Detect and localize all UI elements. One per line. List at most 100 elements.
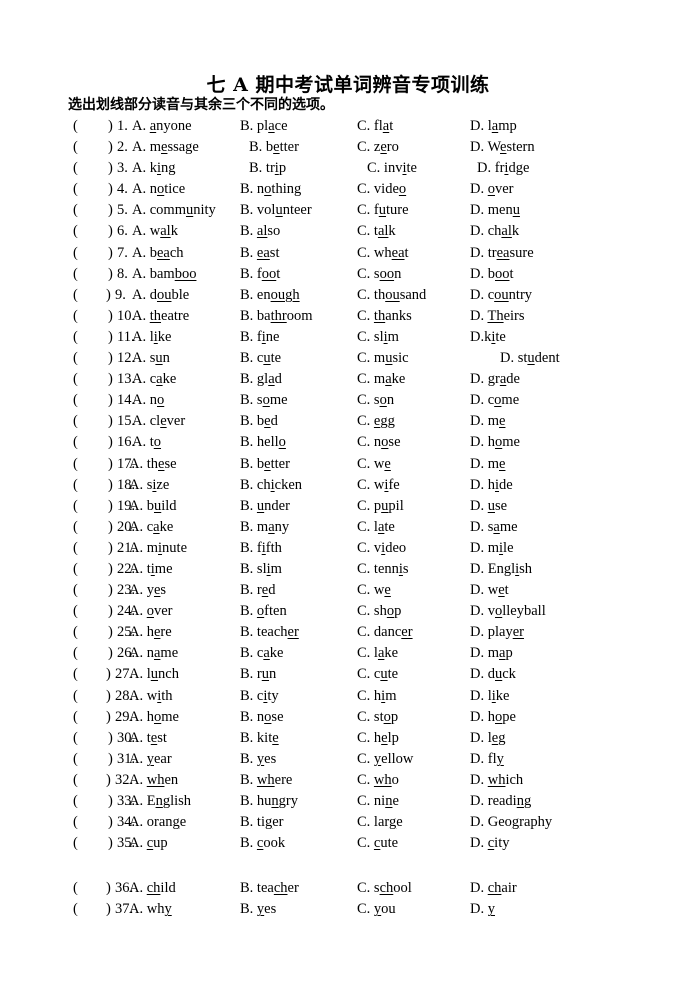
option-a[interactable]: A. home <box>129 707 179 728</box>
option-c[interactable]: C. cute <box>357 664 398 685</box>
option-b[interactable]: B. hungry <box>240 791 298 812</box>
option-c[interactable]: C. son <box>357 390 394 411</box>
option-a[interactable]: A. when <box>129 770 178 791</box>
answer-blank[interactable]: ) <box>108 432 113 453</box>
option-d[interactable]: D. chair <box>470 878 517 899</box>
answer-blank[interactable]: ) <box>108 116 113 137</box>
answer-blank[interactable]: ) <box>108 454 113 475</box>
option-c[interactable]: C. pupil <box>357 496 404 517</box>
option-c[interactable]: C. you <box>357 899 396 920</box>
option-d[interactable]: D. hope <box>470 707 516 728</box>
option-b[interactable]: B. yes <box>240 749 276 770</box>
answer-blank[interactable]: ) <box>108 475 113 496</box>
option-c[interactable]: C. music <box>357 348 409 369</box>
answer-blank[interactable]: ) <box>108 643 113 664</box>
option-b[interactable]: B. nose <box>240 707 284 728</box>
option-d[interactable]: D. city <box>470 833 509 854</box>
answer-blank[interactable]: ) <box>106 686 111 707</box>
answer-blank[interactable]: ) <box>108 812 113 833</box>
option-a[interactable]: A. build <box>129 496 177 517</box>
option-b[interactable]: B. slim <box>240 559 282 580</box>
answer-blank[interactable]: ) <box>106 878 111 899</box>
option-b[interactable]: B. chicken <box>240 475 302 496</box>
option-b[interactable]: B. run <box>240 664 276 685</box>
option-d[interactable]: D. fly <box>470 749 504 770</box>
option-d[interactable]: D. boot <box>470 264 514 285</box>
option-c[interactable]: C. nine <box>357 791 399 812</box>
option-c[interactable]: C. egg <box>357 411 395 432</box>
option-a[interactable]: A. bamboo <box>132 264 196 285</box>
option-a[interactable]: A. to <box>132 432 161 453</box>
option-a[interactable]: A. why <box>129 899 172 920</box>
option-a[interactable]: A. double <box>132 285 189 306</box>
option-b[interactable]: B. cook <box>240 833 285 854</box>
option-d[interactable]: D. reading <box>470 791 531 812</box>
option-b[interactable]: B. some <box>240 390 288 411</box>
answer-blank[interactable]: ) <box>108 728 113 749</box>
option-a[interactable]: A. theatre <box>132 306 189 327</box>
answer-blank[interactable]: ) <box>108 327 113 348</box>
option-c[interactable]: C. dancer <box>357 622 413 643</box>
option-b[interactable]: B. teacher <box>240 878 299 899</box>
option-b[interactable]: B. under <box>240 496 290 517</box>
option-b[interactable]: B. red <box>240 580 275 601</box>
option-b[interactable]: B. place <box>240 116 288 137</box>
option-a[interactable]: A. lunch <box>129 664 179 685</box>
option-d[interactable]: D. use <box>470 496 507 517</box>
answer-blank[interactable]: ) <box>106 285 111 306</box>
option-b[interactable]: B. enough <box>240 285 300 306</box>
option-a[interactable]: A. English <box>129 791 191 812</box>
option-a[interactable]: A. clever <box>132 411 185 432</box>
option-a[interactable]: A. orange <box>129 812 186 833</box>
option-c[interactable]: C. flat <box>357 116 393 137</box>
option-d[interactable]: D. leg <box>470 728 505 749</box>
option-a[interactable]: A. with <box>129 686 173 707</box>
option-b[interactable]: B. also <box>240 221 280 242</box>
option-d[interactable]: D. home <box>470 432 520 453</box>
answer-blank[interactable]: ) <box>108 390 113 411</box>
answer-blank[interactable]: ) <box>108 221 113 242</box>
option-b[interactable]: B. better <box>240 454 290 475</box>
option-d[interactable]: D. chalk <box>470 221 519 242</box>
option-c[interactable]: C. invite <box>367 158 417 179</box>
option-a[interactable]: A. like <box>132 327 171 348</box>
option-d[interactable]: D. volleyball <box>470 601 546 622</box>
option-a[interactable]: A. year <box>129 749 172 770</box>
option-d[interactable]: D. me <box>470 454 505 475</box>
option-c[interactable]: C. slim <box>357 327 399 348</box>
option-a[interactable]: A. these <box>129 454 177 475</box>
option-c[interactable]: C. soon <box>357 264 401 285</box>
answer-blank[interactable]: ) <box>106 707 111 728</box>
option-d[interactable]: D. Western <box>470 137 535 158</box>
option-a[interactable]: A. child <box>129 878 176 899</box>
option-d[interactable]: D. mile <box>470 538 514 559</box>
option-d[interactable]: D. fridge <box>477 158 529 179</box>
option-c[interactable]: C. future <box>357 200 409 221</box>
option-b[interactable]: B. cute <box>240 348 281 369</box>
option-b[interactable]: B. trip <box>249 158 286 179</box>
option-c[interactable]: C. stop <box>357 707 398 728</box>
option-c[interactable]: C. shop <box>357 601 401 622</box>
answer-blank[interactable]: ) <box>108 200 113 221</box>
option-c[interactable]: C. wife <box>357 475 400 496</box>
option-c[interactable]: C. him <box>357 686 396 707</box>
answer-blank[interactable]: ) <box>108 791 113 812</box>
option-c[interactable]: C. nose <box>357 432 401 453</box>
option-d[interactable]: D. over <box>470 179 514 200</box>
option-b[interactable]: B. bathroom <box>240 306 313 327</box>
option-a[interactable]: A. size <box>129 475 169 496</box>
option-a[interactable]: A. beach <box>132 243 184 264</box>
answer-blank[interactable]: ) <box>108 622 113 643</box>
option-b[interactable]: B. teacher <box>240 622 299 643</box>
answer-blank[interactable]: ) <box>108 411 113 432</box>
option-c[interactable]: C. wheat <box>357 243 409 264</box>
option-d[interactable]: D. duck <box>470 664 516 685</box>
option-c[interactable]: C. yellow <box>357 749 413 770</box>
option-a[interactable]: A. no <box>132 390 164 411</box>
option-b[interactable]: B. tiger <box>240 812 284 833</box>
option-d[interactable]: D. Geography <box>470 812 552 833</box>
option-d[interactable]: D. same <box>470 517 518 538</box>
option-c[interactable]: C. who <box>357 770 399 791</box>
option-d[interactable]: D. wet <box>470 580 509 601</box>
answer-blank[interactable]: ) <box>106 664 111 685</box>
